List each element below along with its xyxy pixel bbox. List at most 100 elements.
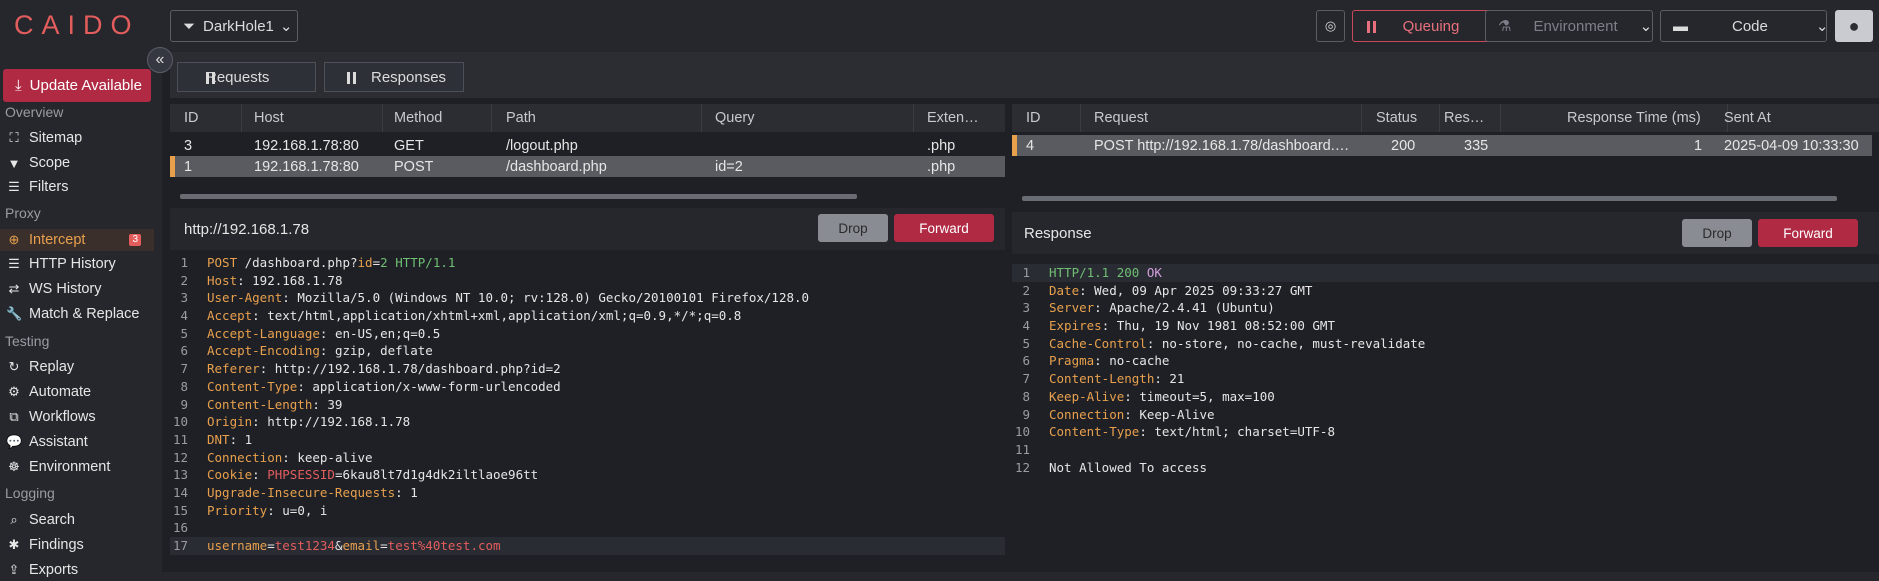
code-line: 14 Upgrade-Insecure-Requests: 1 bbox=[170, 484, 1005, 502]
column-header[interactable]: Request bbox=[1094, 110, 1148, 126]
code-line: 9 Connection: Keep-Alive bbox=[1012, 406, 1879, 424]
update-available-button[interactable]: ⤓ Update Available bbox=[3, 69, 151, 102]
forward-button[interactable]: Forward bbox=[1758, 219, 1858, 247]
line-number: 5 bbox=[1022, 335, 1030, 351]
sidebar-item-exports[interactable]: ⇪ Exports bbox=[0, 559, 154, 581]
sidebar-item-match-replace[interactable]: 🔧 Match & Replace bbox=[0, 303, 154, 325]
list-icon: ☰ bbox=[8, 256, 20, 271]
section-overview: Overview bbox=[5, 104, 64, 120]
chevron-down-icon: ⌄ bbox=[279, 18, 293, 35]
column-header[interactable]: Status bbox=[1376, 110, 1417, 126]
horizontal-scrollbar[interactable] bbox=[1022, 196, 1837, 201]
sidebar-item-scope[interactable]: ▼ Scope bbox=[0, 152, 154, 174]
code-text: Content-Length: 21 bbox=[1049, 371, 1185, 387]
response-editor[interactable]: 1 HTTP/1.1 200 OK 2 Date: Wed, 09 Apr 2025 … bbox=[1012, 264, 1879, 476]
sidebar-item-environment[interactable]: ☸ Environment bbox=[0, 456, 154, 478]
code-text: Connection: Keep-Alive bbox=[1049, 406, 1215, 422]
drop-button[interactable]: Drop bbox=[818, 214, 888, 242]
line-number: 11 bbox=[172, 431, 188, 447]
cell-host: 192.168.1.78:80 bbox=[254, 138, 359, 154]
swap-icon: ⇄ bbox=[8, 281, 20, 296]
drop-button[interactable]: Drop bbox=[1682, 219, 1752, 247]
column-header[interactable]: Exten… bbox=[927, 110, 999, 126]
sidebar-item-ws-history[interactable]: ⇄ WS History bbox=[0, 278, 154, 300]
column-header[interactable]: Sent At bbox=[1724, 110, 1771, 126]
cell-request: POST http://192.168.1.78/dashboard.… bbox=[1094, 138, 1350, 154]
horizontal-scrollbar[interactable] bbox=[180, 194, 857, 199]
column-header[interactable]: Res… bbox=[1444, 110, 1489, 126]
sidebar-item-findings[interactable]: ✱ Findings bbox=[0, 534, 154, 556]
sidebar-item-replay[interactable]: ↻ Replay bbox=[0, 356, 154, 378]
line-number: 6 bbox=[1022, 353, 1030, 369]
response-editor-pane: Response Drop Forward 1 HTTP/1.1 200 OK 2 D… bbox=[1012, 212, 1879, 572]
table-row-selected[interactable]: 4 POST http://192.168.1.78/dashboard.… 2… bbox=[1012, 135, 1872, 156]
code-text: HTTP/1.1 200 OK bbox=[1049, 265, 1162, 280]
code-line: 10 Content-Type: text/html; charset=UTF-8 bbox=[1012, 423, 1879, 441]
code-line: 5 Cache-Control: no-store, no-cache, must… bbox=[1012, 335, 1879, 353]
sidebar-item-assistant[interactable]: 💬 Assistant bbox=[0, 431, 154, 453]
code-text: Expires: Thu, 19 Nov 1981 08:52:00 GMT bbox=[1049, 318, 1335, 334]
line-number: 12 bbox=[1014, 459, 1030, 475]
sidebar-item-search[interactable]: ⌕ Search bbox=[0, 509, 154, 531]
sidebar-item-intercept[interactable]: ⊕ Intercept 3 bbox=[0, 229, 154, 251]
code-line: 3 Server: Apache/2.4.41 (Ubuntu) bbox=[1012, 299, 1879, 317]
cell-extension: .php bbox=[927, 159, 956, 175]
cell-path: /logout.php bbox=[506, 138, 578, 154]
cell-method: GET bbox=[394, 138, 424, 154]
forward-button[interactable]: Forward bbox=[894, 214, 994, 242]
line-number: 5 bbox=[180, 325, 188, 341]
column-header[interactable]: Query bbox=[715, 110, 755, 126]
user-avatar[interactable]: ● bbox=[1835, 10, 1873, 42]
sidebar-item-http-history[interactable]: ☰ HTTP History bbox=[0, 253, 154, 275]
search-icon: ⌕ bbox=[10, 512, 18, 527]
section-logging: Logging bbox=[5, 485, 55, 501]
line-number: 8 bbox=[180, 378, 188, 394]
cell-id: 3 bbox=[184, 138, 193, 154]
column-header[interactable]: Path bbox=[506, 110, 536, 126]
code-line: 12 Connection: keep-alive bbox=[170, 449, 1005, 467]
code-text: Content-Type: text/html; charset=UTF-8 bbox=[1049, 424, 1335, 440]
code-line: 16 bbox=[170, 519, 1005, 537]
cell-path: /dashboard.php bbox=[506, 159, 607, 175]
code-line: 11 bbox=[1012, 441, 1879, 459]
cpu-icon: ⚙ bbox=[8, 384, 20, 399]
response-pane-header: Response Drop Forward bbox=[1012, 212, 1879, 254]
sidebar-item-filters[interactable]: ☰ Filters bbox=[0, 176, 154, 198]
code-text: DNT: 1 bbox=[207, 431, 253, 447]
code-selector[interactable]: ▬ Code ⌄ bbox=[1660, 10, 1828, 42]
code-line: 10 Origin: http://192.168.1.78 bbox=[170, 413, 1005, 431]
environment-selector[interactable]: ⚗ Environment ⌄ bbox=[1485, 10, 1653, 42]
line-number: 3 bbox=[180, 290, 188, 306]
column-header[interactable]: Method bbox=[394, 110, 442, 126]
sidebar-item-workflows[interactable]: ⧉ Workflows bbox=[0, 406, 154, 428]
column-header[interactable]: ID bbox=[1026, 110, 1041, 126]
responses-table-header: ID Request Status Res… Response Time (ms… bbox=[1012, 104, 1879, 132]
table-row-selected[interactable]: 1 192.168.1.78:80 POST /dashboard.php id… bbox=[170, 156, 1005, 177]
code-line: 7 Content-Length: 21 bbox=[1012, 370, 1879, 388]
column-header[interactable]: Response Time (ms) bbox=[1567, 110, 1701, 126]
update-label: Update Available bbox=[29, 77, 142, 94]
column-header[interactable]: ID bbox=[184, 110, 199, 126]
cell-id: 4 bbox=[1026, 138, 1035, 154]
scope-selector[interactable]: ⏷ DarkHole1 ⌄ bbox=[170, 10, 298, 42]
environment-label: Environment bbox=[1533, 17, 1618, 35]
cell-host: 192.168.1.78:80 bbox=[254, 159, 359, 175]
line-number: 1 bbox=[1022, 265, 1030, 280]
code-text: Accept: text/html,application/xhtml+xml,… bbox=[207, 308, 742, 324]
request-editor[interactable]: 1 POST /dashboard.php?id=2 HTTP/1.1 2 Host:… bbox=[170, 254, 1005, 555]
line-number: 11 bbox=[1014, 441, 1030, 457]
code-line: 2 Date: Wed, 09 Apr 2025 09:33:27 GMT bbox=[1012, 282, 1879, 300]
code-text: Pragma: no-cache bbox=[1049, 353, 1170, 369]
table-row[interactable]: 3 192.168.1.78:80 GET /logout.php .php bbox=[170, 135, 1005, 156]
sidebar-item-sitemap[interactable]: ⛶ Sitemap bbox=[0, 127, 154, 149]
code-line: 8 Content-Type: application/x-www-form-ur… bbox=[170, 378, 1005, 396]
requests-queue-toggle[interactable]: Requests bbox=[177, 62, 316, 92]
replay-icon: ↻ bbox=[8, 359, 20, 374]
browser-icon[interactable]: ◎ bbox=[1316, 10, 1345, 42]
code-line: 4 Expires: Thu, 19 Nov 1981 08:52:00 GMT bbox=[1012, 317, 1879, 335]
code-line: 15 Priority: u=0, i bbox=[170, 502, 1005, 520]
responses-queue-toggle[interactable]: Responses bbox=[324, 62, 464, 92]
sidebar-item-automate[interactable]: ⚙ Automate bbox=[0, 381, 154, 403]
column-header[interactable]: Host bbox=[254, 110, 284, 126]
collapse-sidebar-icon[interactable]: « bbox=[147, 47, 173, 73]
